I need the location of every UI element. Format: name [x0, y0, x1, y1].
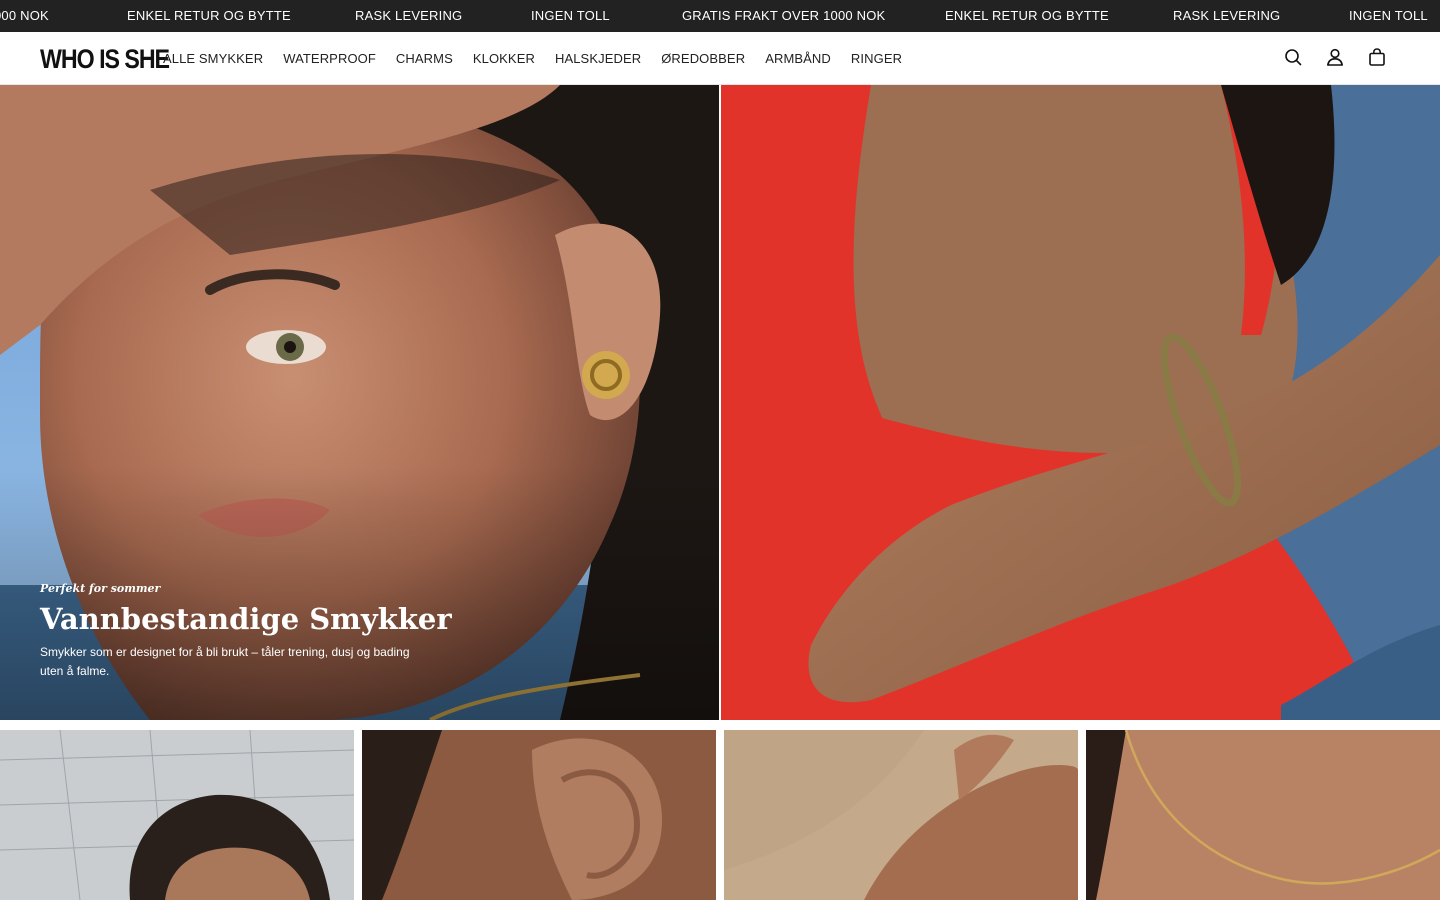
announcement-item: ENKEL RETUR OG BYTTE: [945, 8, 1109, 23]
header-actions: [1282, 46, 1388, 68]
announcement-item: RASK LEVERING: [1173, 8, 1281, 23]
announcement-item: GRATIS FRAKT OVER 1000 NOK: [682, 8, 886, 23]
nav-item-ringer[interactable]: RINGER: [851, 51, 902, 66]
main-nav: ALLE SMYKKER WATERPROOF CHARMS KLOKKER H…: [163, 32, 922, 84]
search-icon[interactable]: [1282, 46, 1304, 68]
nav-item-halskjeder[interactable]: HALSKJEDER: [555, 51, 641, 66]
nav-item-alle-smykker[interactable]: ALLE SMYKKER: [163, 51, 263, 66]
hero-banner[interactable]: Perfekt for sommer Vannbestandige Smykke…: [0, 85, 1440, 720]
hero-description: Smykker som er designet for å bli brukt …: [40, 645, 410, 678]
cart-icon[interactable]: [1366, 46, 1388, 68]
tile-hand-sand-image[interactable]: [724, 730, 1078, 900]
announcement-item: ENKEL RETUR OG BYTTE: [127, 8, 291, 23]
nav-item-waterproof[interactable]: WATERPROOF: [283, 51, 376, 66]
tile-shower-image[interactable]: [0, 730, 354, 900]
hero-copy: Perfekt for sommer Vannbestandige Smykke…: [40, 582, 460, 681]
tile-ear-image[interactable]: [362, 730, 716, 900]
account-icon[interactable]: [1324, 46, 1346, 68]
nav-item-oredobber[interactable]: ØREDOBBER: [661, 51, 745, 66]
logo[interactable]: WHO IS SHE: [40, 44, 170, 74]
hero-eyebrow: Perfekt for sommer: [40, 582, 161, 595]
hero-title: Vannbestandige Smykker: [40, 602, 452, 636]
site-header: WHO IS SHE ALLE SMYKKER WATERPROOF CHARM…: [0, 32, 1440, 85]
hero-image-bracelet: [721, 85, 1440, 720]
nav-item-charms[interactable]: CHARMS: [396, 51, 453, 66]
announcement-item: 000 NOK: [0, 8, 49, 23]
announcement-item: INGEN TOLL: [531, 8, 610, 23]
tile-necklace-image[interactable]: [1086, 730, 1440, 900]
category-tiles: [0, 730, 1440, 900]
announcement-bar: 000 NOK ENKEL RETUR OG BYTTE RASK LEVERI…: [0, 0, 1440, 32]
announcement-item: RASK LEVERING: [355, 8, 463, 23]
announcement-item: INGEN TOLL: [1349, 8, 1428, 23]
nav-item-klokker[interactable]: KLOKKER: [473, 51, 535, 66]
nav-item-armband[interactable]: ARMBÅND: [765, 51, 831, 66]
